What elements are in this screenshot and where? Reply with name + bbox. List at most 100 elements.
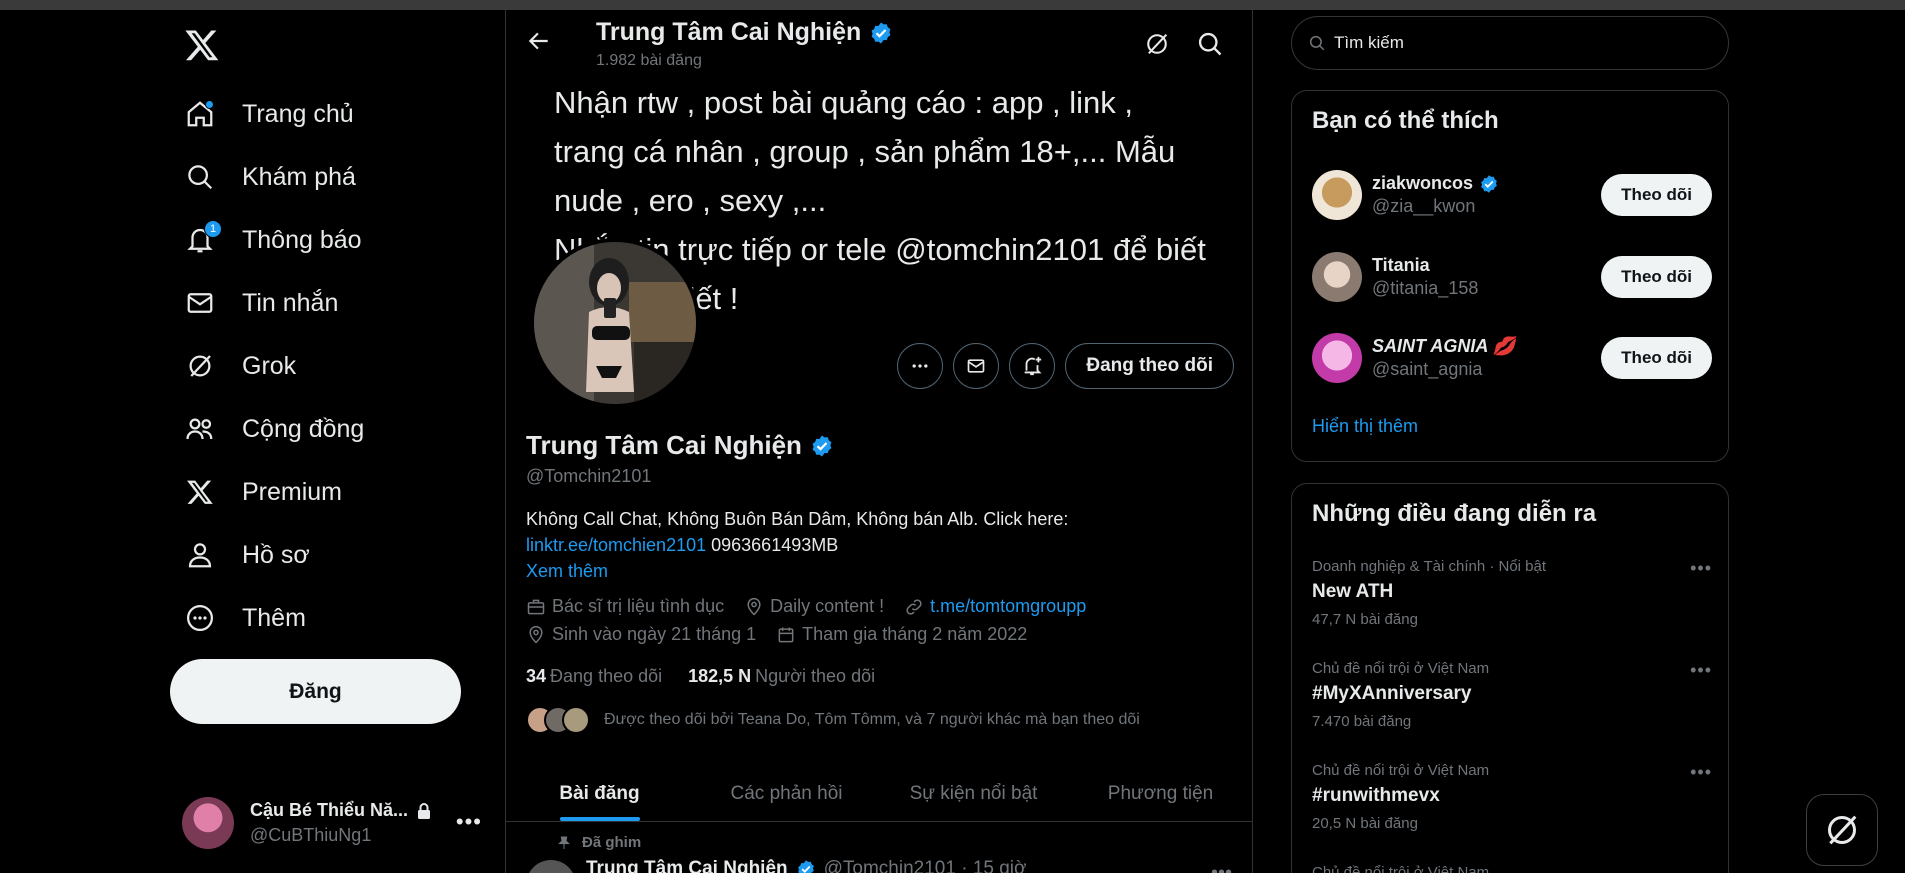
bio-link[interactable]: linktr.ee/tomchien2101 bbox=[526, 535, 706, 555]
lock-icon bbox=[418, 802, 431, 819]
nav-item-explore[interactable]: Khám phá bbox=[184, 150, 356, 204]
followers-count: 182,5 N bbox=[688, 666, 752, 686]
profile-location: Daily content ! bbox=[770, 596, 885, 616]
nav-label: Khám phá bbox=[242, 162, 356, 191]
tab-replies[interactable]: Các phản hồi bbox=[693, 766, 880, 821]
trend-context: Doanh nghiệp & Tài chính · Nổi bật bbox=[1312, 558, 1547, 575]
avatar bbox=[1312, 333, 1362, 383]
follow-button[interactable]: Theo dõi bbox=[1601, 256, 1712, 298]
trend-item[interactable]: Chủ đề nổi trội ở Việt Nam #MyXAnniversa… bbox=[1312, 660, 1712, 730]
profile-avatar[interactable] bbox=[530, 238, 700, 408]
more-options-button[interactable] bbox=[897, 343, 944, 389]
x-premium-icon bbox=[184, 476, 216, 508]
follow-suggestion[interactable]: ziakwoncos @zia__kwon Theo dõi bbox=[1312, 167, 1712, 223]
nav-item-notifications[interactable]: 1 Thông báo bbox=[184, 213, 362, 267]
post-button[interactable]: Đăng bbox=[170, 659, 461, 724]
back-arrow-icon[interactable] bbox=[526, 28, 552, 54]
suggestion-name: SAINT AGNIA 💋 bbox=[1372, 336, 1516, 356]
message-button[interactable] bbox=[953, 343, 1000, 389]
verified-badge-icon bbox=[871, 22, 891, 43]
envelope-icon bbox=[184, 287, 216, 319]
nav-item-messages[interactable]: Tin nhắn bbox=[184, 276, 338, 330]
tweet-author-name[interactable]: Trung Tâm Cai Nghiện bbox=[586, 858, 788, 873]
trend-item[interactable]: Chủ đề nổi trội ở Việt Nam #runwithmevx … bbox=[1312, 762, 1712, 832]
grok-floating-button[interactable] bbox=[1806, 794, 1878, 866]
trends-title: Những điều đang diễn ra bbox=[1312, 500, 1597, 527]
account-switcher[interactable]: Cậu Bé Thiểu Nă... @CuBThiuNg1 ••• bbox=[182, 793, 482, 853]
pinned-text: Đã ghim bbox=[582, 834, 642, 851]
nav-item-more[interactable]: Thêm bbox=[184, 591, 306, 645]
follow-suggestion[interactable]: SAINT AGNIA 💋 @saint_agnia Theo dõi bbox=[1312, 330, 1712, 386]
who-to-follow-card: Bạn có thể thích ziakwoncos @zia__kwon T… bbox=[1291, 90, 1729, 462]
pin-icon bbox=[558, 836, 570, 849]
nav-item-communities[interactable]: Cộng đồng bbox=[184, 402, 364, 456]
profile-meta: Bác sĩ trị liệu tình dục Daily content !… bbox=[526, 596, 1106, 617]
location-pin-icon bbox=[747, 597, 761, 616]
tab-posts[interactable]: Bài đăng bbox=[506, 766, 693, 821]
x-logo-icon[interactable] bbox=[184, 27, 220, 63]
profile-job: Bác sĩ trị liệu tình dục bbox=[552, 596, 725, 616]
browser-top-strip bbox=[0, 0, 1905, 10]
balloon-icon bbox=[529, 625, 543, 644]
avatar bbox=[562, 706, 590, 734]
nav-item-home[interactable]: Trang chủ bbox=[184, 87, 354, 141]
profile-bio: Không Call Chat, Không Buôn Bán Dâm, Khô… bbox=[526, 506, 1236, 584]
followed-by-avatars bbox=[526, 706, 590, 734]
bell-plus-icon bbox=[1025, 356, 1042, 376]
link-icon bbox=[906, 598, 922, 615]
following-button[interactable]: Đang theo dõi bbox=[1065, 343, 1234, 389]
avatar bbox=[1312, 252, 1362, 302]
nav-label: Thông báo bbox=[242, 225, 362, 254]
grok-icon[interactable] bbox=[1143, 30, 1171, 58]
tweet-header: Trung Tâm Cai Nghiện @Tomchin2101 · 15 g… bbox=[586, 858, 1026, 873]
profile-tabs: Bài đăng Các phản hồi Sự kiện nổi bật Ph… bbox=[506, 766, 1252, 822]
trend-item[interactable]: Chủ đề nổi trội ở Việt Nam bbox=[1312, 864, 1712, 873]
account-name: Cậu Bé Thiểu Nă... bbox=[250, 800, 409, 820]
nav-label: Thêm bbox=[242, 603, 306, 632]
banner-line: nude , ero , sexy ,... bbox=[554, 183, 827, 218]
suggestion-handle: @zia__kwon bbox=[1372, 196, 1476, 216]
profile-header-bar: Trung Tâm Cai Nghiện 1.982 bài đăng bbox=[506, 10, 1252, 72]
notify-button[interactable] bbox=[1009, 343, 1056, 389]
more-dots-icon[interactable]: ••• bbox=[1690, 558, 1712, 579]
post-count: 1.982 bài đăng bbox=[596, 52, 702, 69]
verified-badge-icon bbox=[1481, 174, 1497, 193]
more-dots-icon[interactable]: ••• bbox=[1211, 862, 1232, 873]
nav-item-premium[interactable]: Premium bbox=[184, 465, 342, 519]
follow-suggestion[interactable]: Titania @titania_158 Theo dõi bbox=[1312, 249, 1712, 305]
more-dots-icon[interactable]: ••• bbox=[1690, 660, 1712, 681]
bell-icon: 1 bbox=[184, 220, 222, 256]
see-more-link[interactable]: Xem thêm bbox=[526, 558, 1236, 584]
search-icon bbox=[1309, 35, 1325, 51]
profile-meta-dates: Sinh vào ngày 21 tháng 1 Tham gia tháng … bbox=[526, 624, 1047, 645]
nav-label: Premium bbox=[242, 477, 343, 506]
tab-highlights[interactable]: Sự kiện nổi bật bbox=[880, 766, 1067, 821]
followed-by[interactable]: Được theo dõi bởi Teana Do, Tôm Tômm, và… bbox=[526, 706, 1140, 734]
bio-phone: 0963661493MB bbox=[706, 535, 839, 555]
trend-item[interactable]: Doanh nghiệp & Tài chính · Nổi bật New A… bbox=[1312, 558, 1712, 628]
search-input[interactable]: Tìm kiếm bbox=[1291, 16, 1729, 70]
following-count: 34 bbox=[526, 666, 547, 686]
follow-button[interactable]: Theo dõi bbox=[1601, 337, 1712, 379]
banner-line: Nhận rtw , post bài quảng cáo : app , li… bbox=[554, 85, 1134, 120]
trend-count: 20,5 N bài đăng bbox=[1312, 815, 1418, 832]
home-icon bbox=[184, 98, 216, 130]
header-title: Trung Tâm Cai Nghiện bbox=[596, 18, 862, 46]
avatar[interactable] bbox=[526, 860, 576, 873]
nav-item-profile[interactable]: Hồ sơ bbox=[184, 528, 310, 582]
show-more-link[interactable]: Hiển thị thêm bbox=[1312, 416, 1418, 437]
nav-item-grok[interactable]: Grok bbox=[184, 339, 296, 393]
grok-icon bbox=[1828, 815, 1857, 845]
nav-label: Tin nhắn bbox=[242, 288, 339, 317]
search-icon[interactable] bbox=[1196, 30, 1224, 58]
profile-website[interactable]: t.me/tomtomgroupp bbox=[930, 596, 1086, 617]
following-stat[interactable]: 34 Đang theo dõi bbox=[526, 666, 662, 687]
trends-card: Những điều đang diễn ra Doanh nghiệp & T… bbox=[1291, 483, 1729, 873]
followers-stat[interactable]: 182,5 N Người theo dõi bbox=[688, 666, 875, 687]
more-dots-icon[interactable]: ••• bbox=[456, 809, 482, 835]
tab-media[interactable]: Phương tiện bbox=[1067, 766, 1252, 821]
more-dots-icon[interactable]: ••• bbox=[1690, 762, 1712, 783]
more-circle-icon bbox=[184, 602, 216, 634]
left-navigation: Trang chủ Khám phá 1 Thông báo Tin nhắn … bbox=[170, 10, 500, 873]
follow-button[interactable]: Theo dõi bbox=[1601, 174, 1712, 216]
